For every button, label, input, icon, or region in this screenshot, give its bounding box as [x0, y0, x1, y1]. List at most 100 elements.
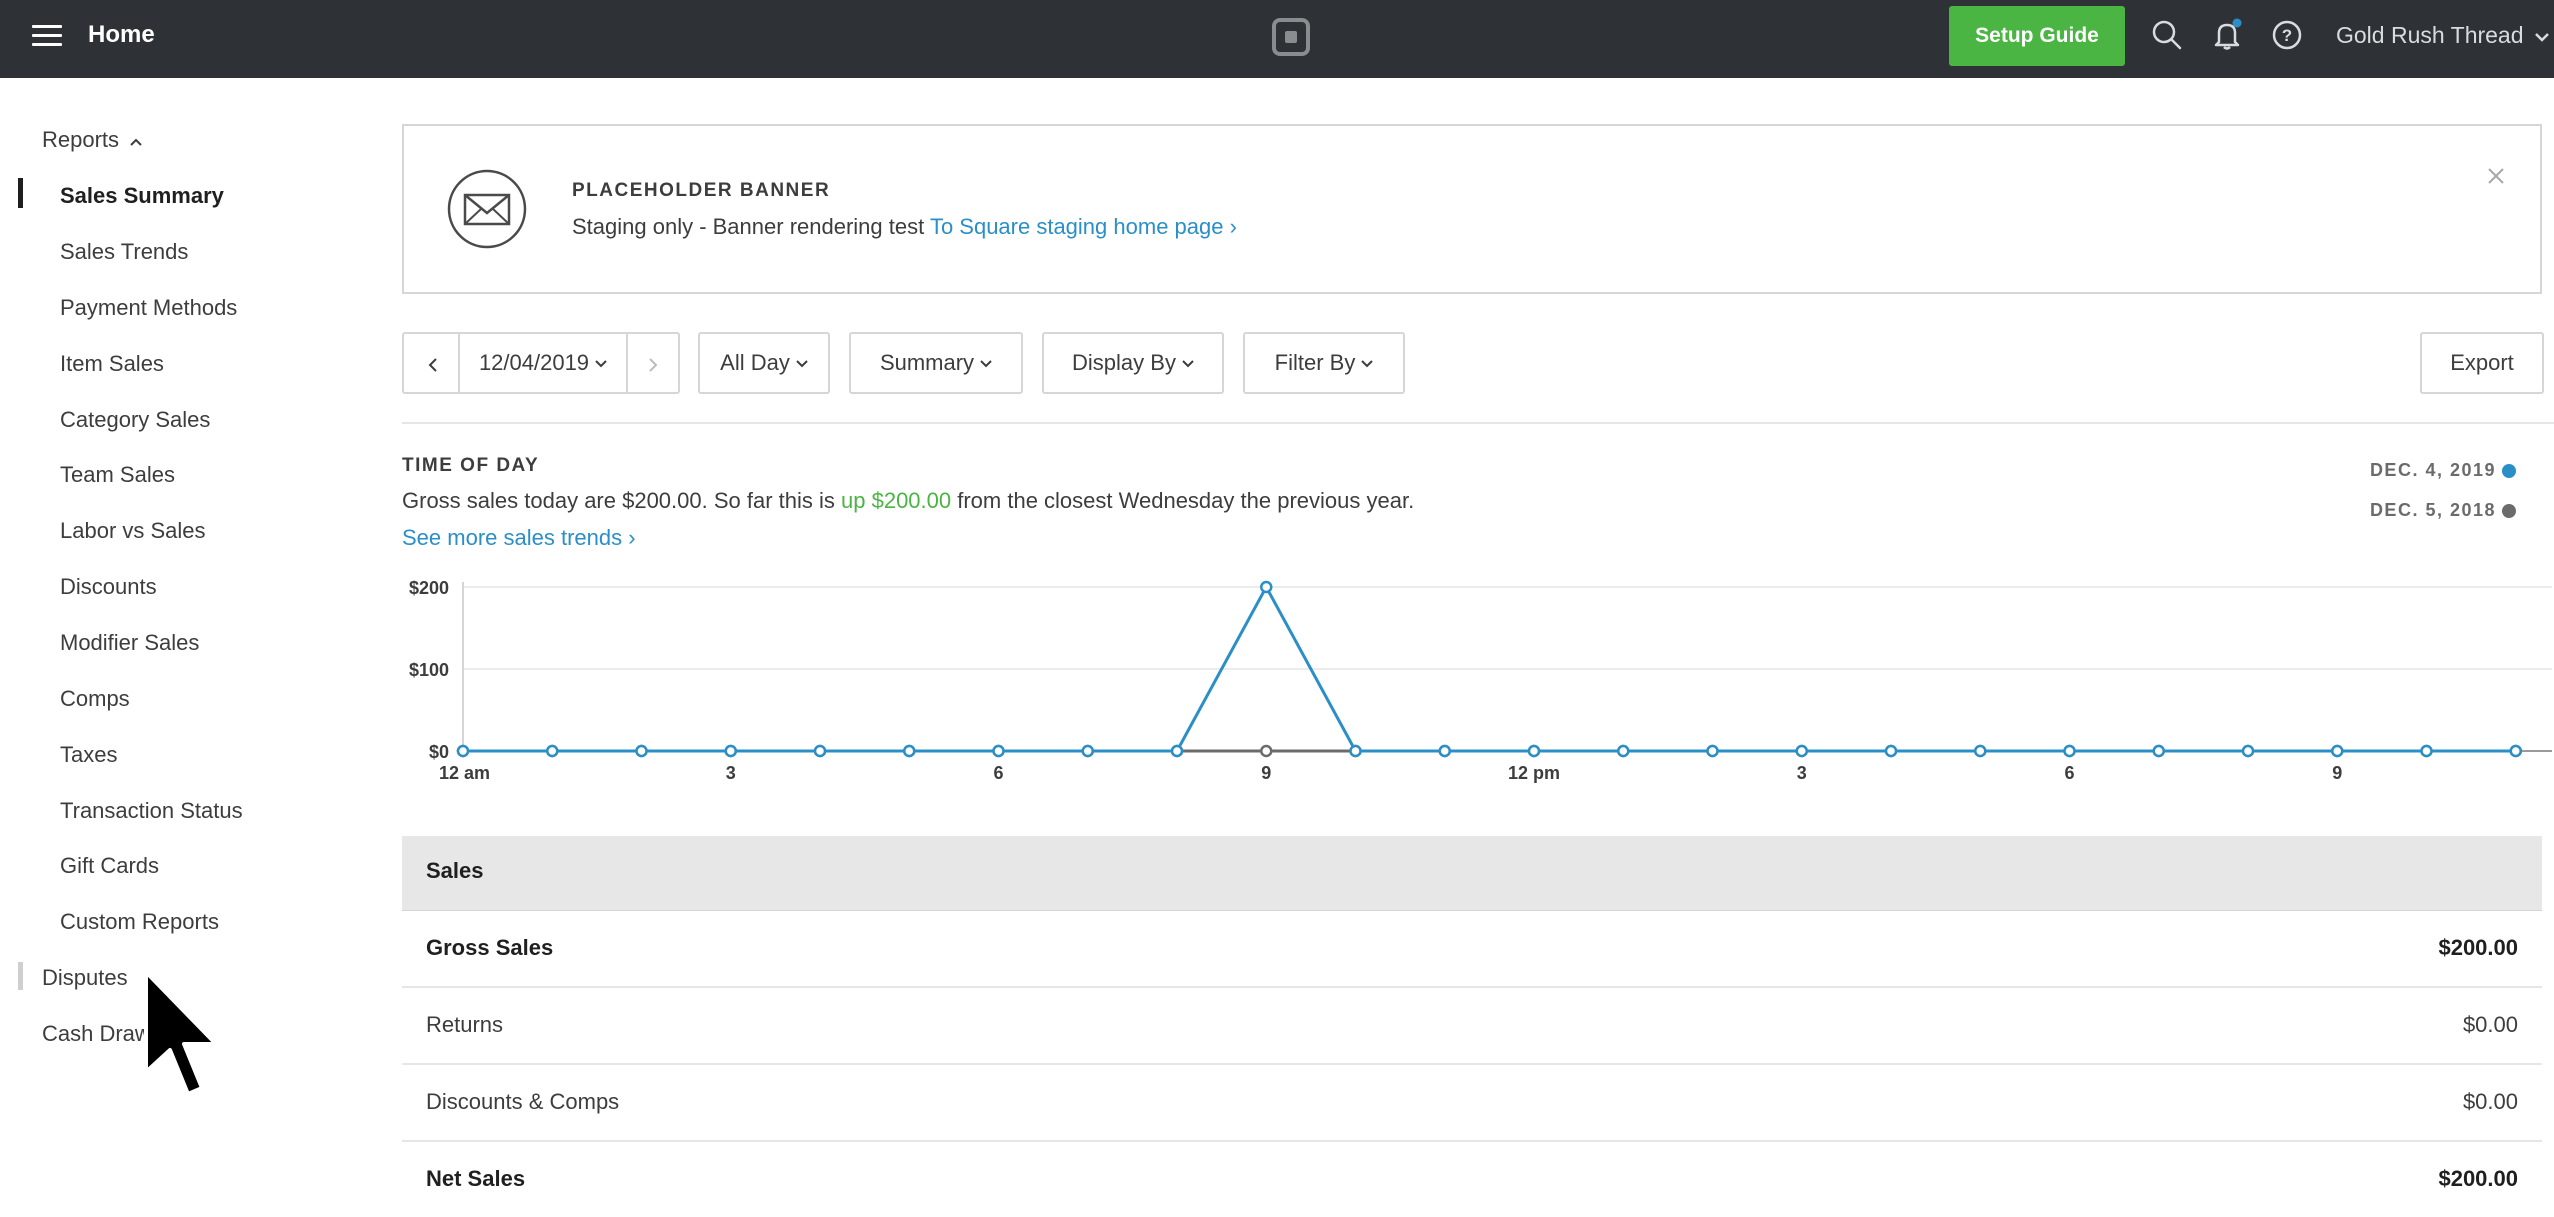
row-value: $0.00: [2462, 1089, 2518, 1114]
banner-text: Staging only - Banner rendering test: [572, 214, 925, 239]
menu-icon[interactable]: [32, 25, 62, 47]
data-point-current: [635, 744, 648, 758]
legend-label-current: DEC. 4, 2019: [2369, 460, 2496, 480]
data-point-current: [2420, 744, 2433, 758]
sales-table: Sales Gross Sales $200.00 Returns $0.00 …: [402, 836, 2542, 1217]
previous-day-button[interactable]: [406, 336, 458, 394]
data-point-current: [1349, 744, 1362, 758]
sidebar-item-cash-drawers[interactable]: Cash Draw: [42, 1020, 151, 1048]
chevron-up-icon: [130, 138, 142, 146]
account-menu[interactable]: Gold Rush Thread: [2336, 20, 2550, 50]
summary-up-amount: up $200.00: [841, 488, 952, 513]
table-row-gross-sales: Gross Sales $200.00: [402, 911, 2542, 988]
row-label: Returns: [426, 1012, 504, 1037]
sidebar-item-transaction-status[interactable]: Transaction Status: [60, 797, 243, 825]
data-point-previous: [1260, 744, 1273, 758]
next-day-button[interactable]: [628, 336, 680, 394]
export-button[interactable]: Export: [2420, 332, 2544, 394]
x-tick-label: 6: [993, 763, 1003, 783]
summary-text-before: Gross sales today are $200.00. So far th…: [402, 488, 842, 513]
display-by-dropdown[interactable]: Display By: [1042, 332, 1224, 394]
square-logo-icon[interactable]: [1272, 18, 1310, 56]
mouse-cursor-icon: [144, 970, 218, 1096]
data-point-current: [1170, 744, 1184, 758]
close-icon[interactable]: [2486, 166, 2506, 186]
chevron-down-icon: [1182, 360, 1194, 368]
y-tick-label: $100: [409, 660, 449, 680]
table-row-net-sales: Net Sales $200.00: [402, 1142, 2542, 1217]
row-label: Discounts & Comps: [426, 1089, 620, 1114]
x-tick-label: 3: [726, 763, 736, 783]
see-more-trends-link[interactable]: See more sales trends ›: [402, 525, 636, 551]
display-by-label: Display By: [1072, 350, 1176, 375]
filter-by-label: Filter By: [1274, 350, 1356, 375]
table-row-returns: Returns $0.00: [402, 988, 2542, 1065]
banner-link[interactable]: To Square staging home page ›: [930, 214, 1237, 239]
time-range-dropdown[interactable]: All Day: [698, 332, 830, 394]
sidebar-item-category-sales[interactable]: Category Sales: [60, 406, 210, 434]
row-value: $0.00: [2462, 1012, 2518, 1037]
row-value: $200.00: [2438, 935, 2518, 960]
legend-dot-previous: [2502, 504, 2516, 518]
data-point-current: [1438, 744, 1451, 758]
row-value: $200.00: [2438, 1166, 2518, 1191]
sidebar-item-payment-methods[interactable]: Payment Methods: [60, 294, 237, 322]
row-label: Gross Sales: [426, 935, 554, 960]
data-point-current: [813, 744, 827, 758]
sidebar-reports-toggle[interactable]: Reports: [42, 126, 143, 154]
sidebar-item-sales-trends[interactable]: Sales Trends: [60, 238, 188, 266]
legend-label-previous: DEC. 5, 2018: [2369, 500, 2496, 520]
data-point-current: [1706, 744, 1719, 758]
banner-text-line: Staging only - Banner rendering test To …: [572, 214, 1237, 240]
chevron-down-icon: [1361, 360, 1374, 368]
section-divider: [402, 422, 2554, 424]
hover-item-marker: [18, 962, 23, 990]
date-picker: 12/04/2019: [402, 332, 680, 394]
setup-guide-button[interactable]: Setup Guide: [1949, 6, 2125, 66]
placeholder-banner: PLACEHOLDER BANNER Staging only - Banner…: [402, 124, 2542, 294]
filter-by-dropdown[interactable]: Filter By: [1243, 332, 1405, 394]
sidebar-item-discounts[interactable]: Discounts: [60, 573, 157, 601]
view-dropdown[interactable]: Summary: [849, 332, 1023, 394]
x-tick-label: 12 pm: [1508, 763, 1560, 783]
time-of-day-chart: $0 $100 $200 12 am 3 6 9 12 pm 3 6 9: [409, 578, 2552, 783]
time-of-day-title: TIME OF DAY: [402, 455, 540, 476]
sidebar-item-sales-summary[interactable]: Sales Summary: [60, 182, 224, 210]
data-point-current: [1795, 744, 1808, 758]
table-header: Sales: [402, 836, 2542, 911]
table-header-label: Sales: [426, 858, 484, 883]
sidebar-item-custom-reports[interactable]: Custom Reports: [60, 908, 219, 936]
data-point-current: [1884, 744, 1898, 758]
legend-dot-current: [2502, 464, 2516, 478]
date-dropdown[interactable]: 12/04/2019: [460, 334, 626, 392]
x-tick-label: 12 am: [439, 763, 490, 783]
help-icon[interactable]: ?: [2270, 18, 2304, 52]
sidebar-item-disputes[interactable]: Disputes: [42, 964, 128, 992]
view-value: Summary: [879, 350, 975, 375]
sidebar-reports-label: Reports: [42, 127, 120, 152]
sidebar-item-gift-cards[interactable]: Gift Cards: [60, 852, 159, 880]
account-name: Gold Rush Thread: [2336, 22, 2524, 48]
top-bar: Home Setup Guide ? Gold Rush Thread: [0, 0, 2554, 78]
data-point-current: [724, 744, 737, 758]
sidebar-item-item-sales[interactable]: Item Sales: [60, 350, 164, 378]
page-title: Home: [88, 21, 155, 48]
x-tick-label: 6: [2064, 763, 2074, 783]
data-point-current: [2241, 744, 2255, 758]
data-point-current: [1260, 580, 1273, 594]
sidebar-item-taxes[interactable]: Taxes: [60, 741, 117, 769]
sidebar-item-labor-vs-sales[interactable]: Labor vs Sales: [60, 517, 206, 545]
data-point-current: [1081, 744, 1094, 758]
x-tick-label: 9: [1261, 763, 1271, 783]
envelope-icon: [447, 169, 527, 249]
data-point-current: [2152, 744, 2165, 758]
search-icon[interactable]: [2150, 18, 2184, 52]
date-value: 12/04/2019: [478, 350, 590, 375]
banner-title: PLACEHOLDER BANNER: [572, 180, 831, 201]
chevron-down-icon: [595, 360, 607, 368]
table-row-discounts-comps: Discounts & Comps $0.00: [402, 1065, 2542, 1142]
sidebar-item-modifier-sales[interactable]: Modifier Sales: [60, 629, 199, 657]
sidebar-item-team-sales[interactable]: Team Sales: [60, 461, 175, 489]
sidebar-item-comps[interactable]: Comps: [60, 685, 130, 713]
bell-icon[interactable]: [2210, 18, 2244, 52]
